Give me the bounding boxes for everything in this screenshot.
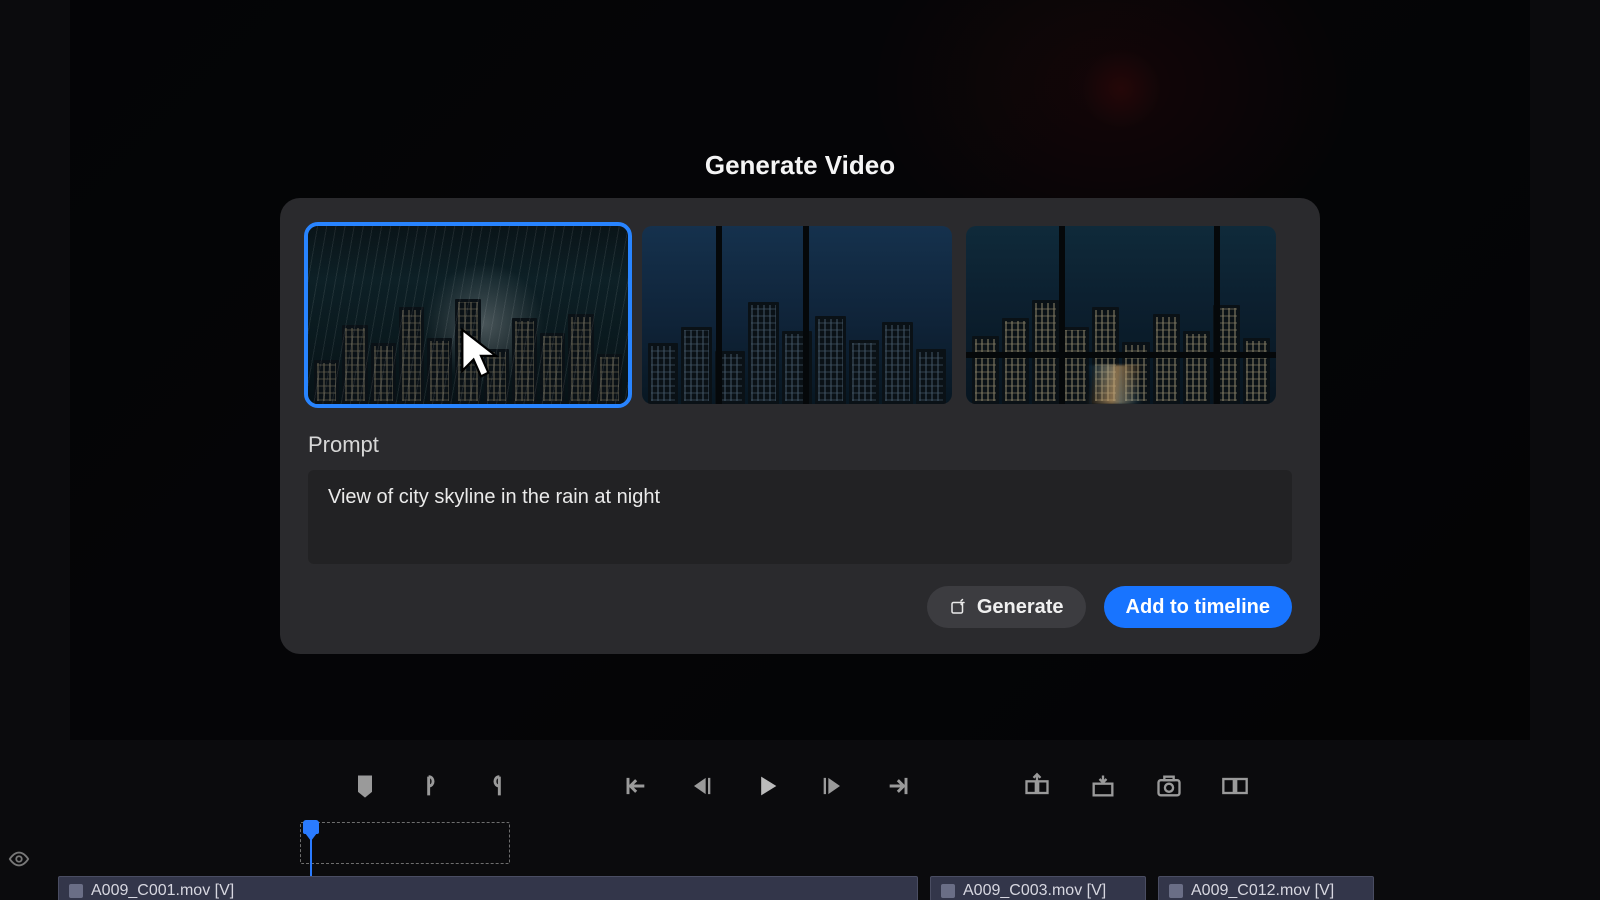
play-icon[interactable] [753, 772, 781, 800]
generate-video-panel: Prompt Generate Add to timeline [280, 198, 1320, 654]
go-to-out-icon[interactable] [885, 772, 913, 800]
fx-badge-icon [941, 884, 955, 898]
generate-sparkle-icon [949, 598, 967, 616]
overwrite-icon[interactable] [1089, 772, 1117, 800]
step-back-icon[interactable] [687, 772, 715, 800]
timeline-panel: A009_C001.mov [V] A009_C003.mov [V] A009… [0, 820, 1600, 900]
track-visibility-icon[interactable] [8, 848, 30, 870]
modal-button-row: Generate Add to timeline [308, 586, 1292, 628]
work-area-marker[interactable] [300, 822, 510, 864]
export-frame-icon[interactable] [1155, 772, 1183, 800]
video-track: A009_C001.mov [V] A009_C003.mov [V] A009… [58, 876, 1600, 900]
mark-in-icon[interactable] [417, 772, 445, 800]
clip-2[interactable]: A009_C003.mov [V] [930, 876, 1146, 900]
results-row [308, 226, 1292, 404]
modal-title: Generate Video [0, 150, 1600, 181]
clip-1-label: A009_C001.mov [V] [91, 882, 234, 900]
insert-icon[interactable] [1023, 772, 1051, 800]
result-thumbnail-1[interactable] [308, 226, 628, 404]
transport-controls [0, 772, 1600, 800]
generate-button-label: Generate [977, 596, 1064, 619]
fx-badge-icon [1169, 884, 1183, 898]
clip-3[interactable]: A009_C012.mov [V] [1158, 876, 1374, 900]
result-thumbnail-3[interactable] [966, 226, 1276, 404]
clip-1[interactable]: A009_C001.mov [V] [58, 876, 918, 900]
mark-out-icon[interactable] [483, 772, 511, 800]
marker-icon[interactable] [351, 772, 379, 800]
step-forward-icon[interactable] [819, 772, 847, 800]
prompt-label: Prompt [308, 432, 1292, 458]
fx-badge-icon [69, 884, 83, 898]
comparison-view-icon[interactable] [1221, 772, 1249, 800]
result-thumbnail-2[interactable] [642, 226, 952, 404]
clip-2-label: A009_C003.mov [V] [963, 882, 1106, 900]
generate-button[interactable]: Generate [927, 586, 1086, 628]
clip-3-label: A009_C012.mov [V] [1191, 882, 1334, 900]
go-to-in-icon[interactable] [621, 772, 649, 800]
prompt-input[interactable] [308, 470, 1292, 564]
add-to-timeline-label: Add to timeline [1126, 596, 1270, 619]
add-to-timeline-button[interactable]: Add to timeline [1104, 586, 1292, 628]
